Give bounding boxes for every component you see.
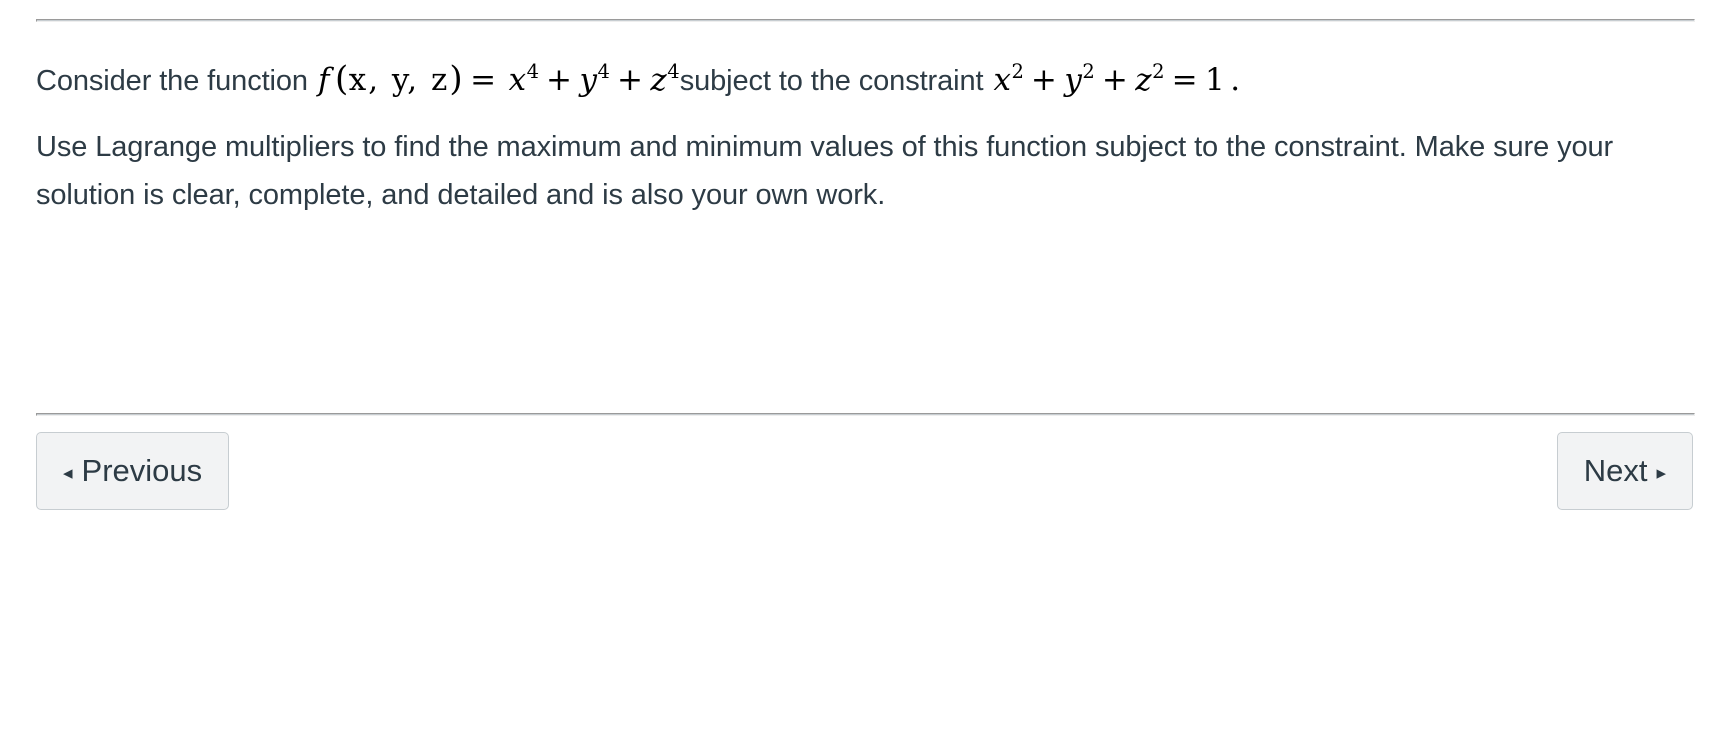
math-x-base: x: [508, 62, 527, 99]
constraint-period: .: [1230, 62, 1241, 99]
math-plus-2: +: [616, 62, 644, 99]
middle-text: subject to the constraint: [679, 65, 984, 98]
constraint-plus-2: +: [1101, 62, 1129, 99]
previous-button-label: Previous: [81, 453, 203, 488]
arrow-left-icon: ◂: [63, 463, 73, 484]
bottom-divider: [36, 413, 1695, 416]
math-x-exponent: 4: [526, 60, 540, 83]
constraint-y-exponent: 2: [1082, 60, 1095, 83]
constraint-y-base: y: [1064, 62, 1083, 99]
question-navigation: ◂ Previous Next ▸: [36, 432, 1693, 510]
math-vars: x, y, z: [348, 62, 450, 99]
question-body: Consider the function f (x, y, z) = x4 + y4 + z4…: [36, 48, 1696, 219]
math-open-paren: (: [334, 59, 349, 100]
constraint-z-exponent: 2: [1152, 60, 1165, 83]
math-plus-1: +: [546, 62, 573, 99]
next-button[interactable]: Next ▸: [1556, 432, 1693, 510]
constraint-plus-1: +: [1030, 62, 1058, 99]
math-z-exponent: 4: [667, 60, 680, 83]
constraint-x-exponent: 2: [1011, 60, 1024, 83]
constraint-x-base: x: [993, 62, 1012, 99]
math-f: f: [317, 62, 330, 99]
question-paragraph-1: Consider the function f (x, y, z) = x4 + y4 + z4…: [36, 48, 1696, 105]
constraint-value: 1: [1205, 62, 1226, 99]
constraint-z-base: z: [1135, 62, 1153, 99]
math-y-exponent: 4: [597, 60, 610, 83]
math-close-paren: ): [449, 59, 464, 100]
question-paragraph-2: Use Lagrange multipliers to find the max…: [36, 131, 1614, 212]
math-y-base: y: [579, 62, 598, 99]
constraint-equals: =: [1171, 62, 1199, 99]
top-divider: [36, 19, 1695, 22]
question-page: Consider the function f (x, y, z) = x4 + y4 + z4…: [0, 0, 1726, 744]
lead-text: Consider the function: [36, 65, 308, 98]
math-z-base: z: [650, 62, 668, 99]
math-equals: =: [470, 62, 497, 99]
arrow-right-icon: ▸: [1656, 463, 1666, 484]
next-button-label: Next: [1583, 453, 1648, 488]
previous-button[interactable]: ◂ Previous: [36, 432, 230, 510]
math-constraint-expression: x2 + y2 + z2 = 1.: [983, 60, 1241, 99]
math-function-expression: f (x, y, z) = x4 + y4 + z4: [308, 59, 680, 100]
